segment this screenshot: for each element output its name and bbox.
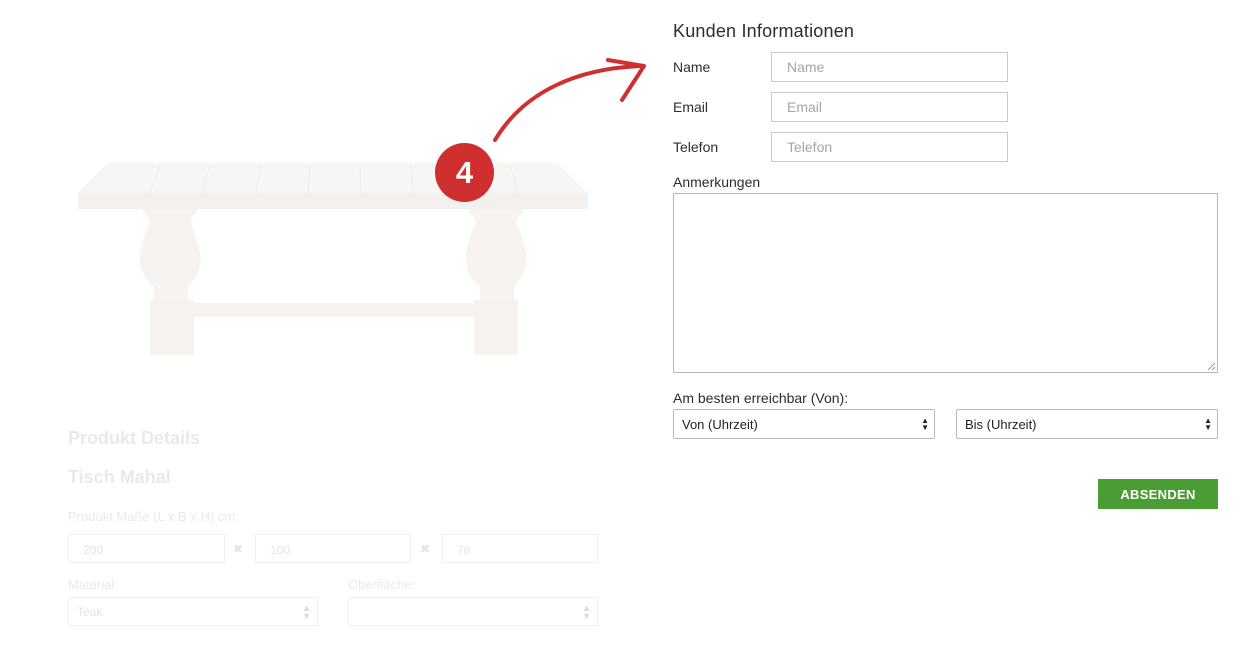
dim-length-input[interactable]: 200	[68, 534, 225, 563]
customer-info-title: Kunden Informationen	[673, 21, 855, 41]
product-table-image	[78, 163, 588, 355]
dim-height-input[interactable]: 78	[442, 534, 598, 563]
cross-icon: ✖	[420, 542, 431, 556]
material-select[interactable]: Teak ▲ ▼	[68, 597, 318, 626]
up-down-chevrons-icon: ▲ ▼	[921, 416, 929, 432]
from-time-select-value: Von (Uhrzeit)	[682, 417, 758, 432]
dim-width-input[interactable]: 100	[255, 534, 411, 563]
up-down-chevrons-icon: ▲ ▼	[582, 603, 591, 621]
to-time-select-value: Bis (Uhrzeit)	[965, 417, 1037, 432]
phone-label: Telefon	[673, 139, 719, 155]
submit-button[interactable]: ABSENDEN	[1098, 479, 1218, 509]
product-dims-label: Produkt Maße (L x B x H) cm:	[68, 509, 239, 524]
reachable-label: Am besten erreichbar (Von):	[673, 390, 849, 406]
material-label: Material:	[68, 577, 118, 592]
to-time-select[interactable]: Bis (Uhrzeit) ▲ ▼	[956, 409, 1218, 439]
product-name: Tisch Mahal	[68, 467, 171, 487]
cross-icon: ✖	[233, 542, 244, 556]
notes-label: Anmerkungen	[673, 174, 761, 190]
email-input[interactable]	[771, 92, 1008, 122]
curved-arrow-icon	[493, 58, 646, 142]
notes-textarea[interactable]	[673, 193, 1218, 373]
up-down-chevrons-icon: ▲ ▼	[1204, 416, 1212, 432]
from-time-select[interactable]: Von (Uhrzeit) ▲ ▼	[673, 409, 935, 439]
surface-select[interactable]: ▲ ▼	[348, 597, 598, 626]
resize-grip-icon[interactable]	[1206, 361, 1216, 371]
product-details-heading: Produkt Details	[68, 428, 201, 448]
name-label: Name	[673, 59, 711, 75]
email-label: Email	[673, 99, 709, 115]
surface-label: Oberfläche:	[348, 577, 416, 592]
up-down-chevrons-icon: ▲ ▼	[302, 603, 311, 621]
material-select-value: Teak	[77, 605, 103, 619]
phone-input[interactable]	[771, 132, 1008, 162]
name-input[interactable]	[771, 52, 1008, 82]
step-number-badge: 4	[435, 143, 494, 202]
